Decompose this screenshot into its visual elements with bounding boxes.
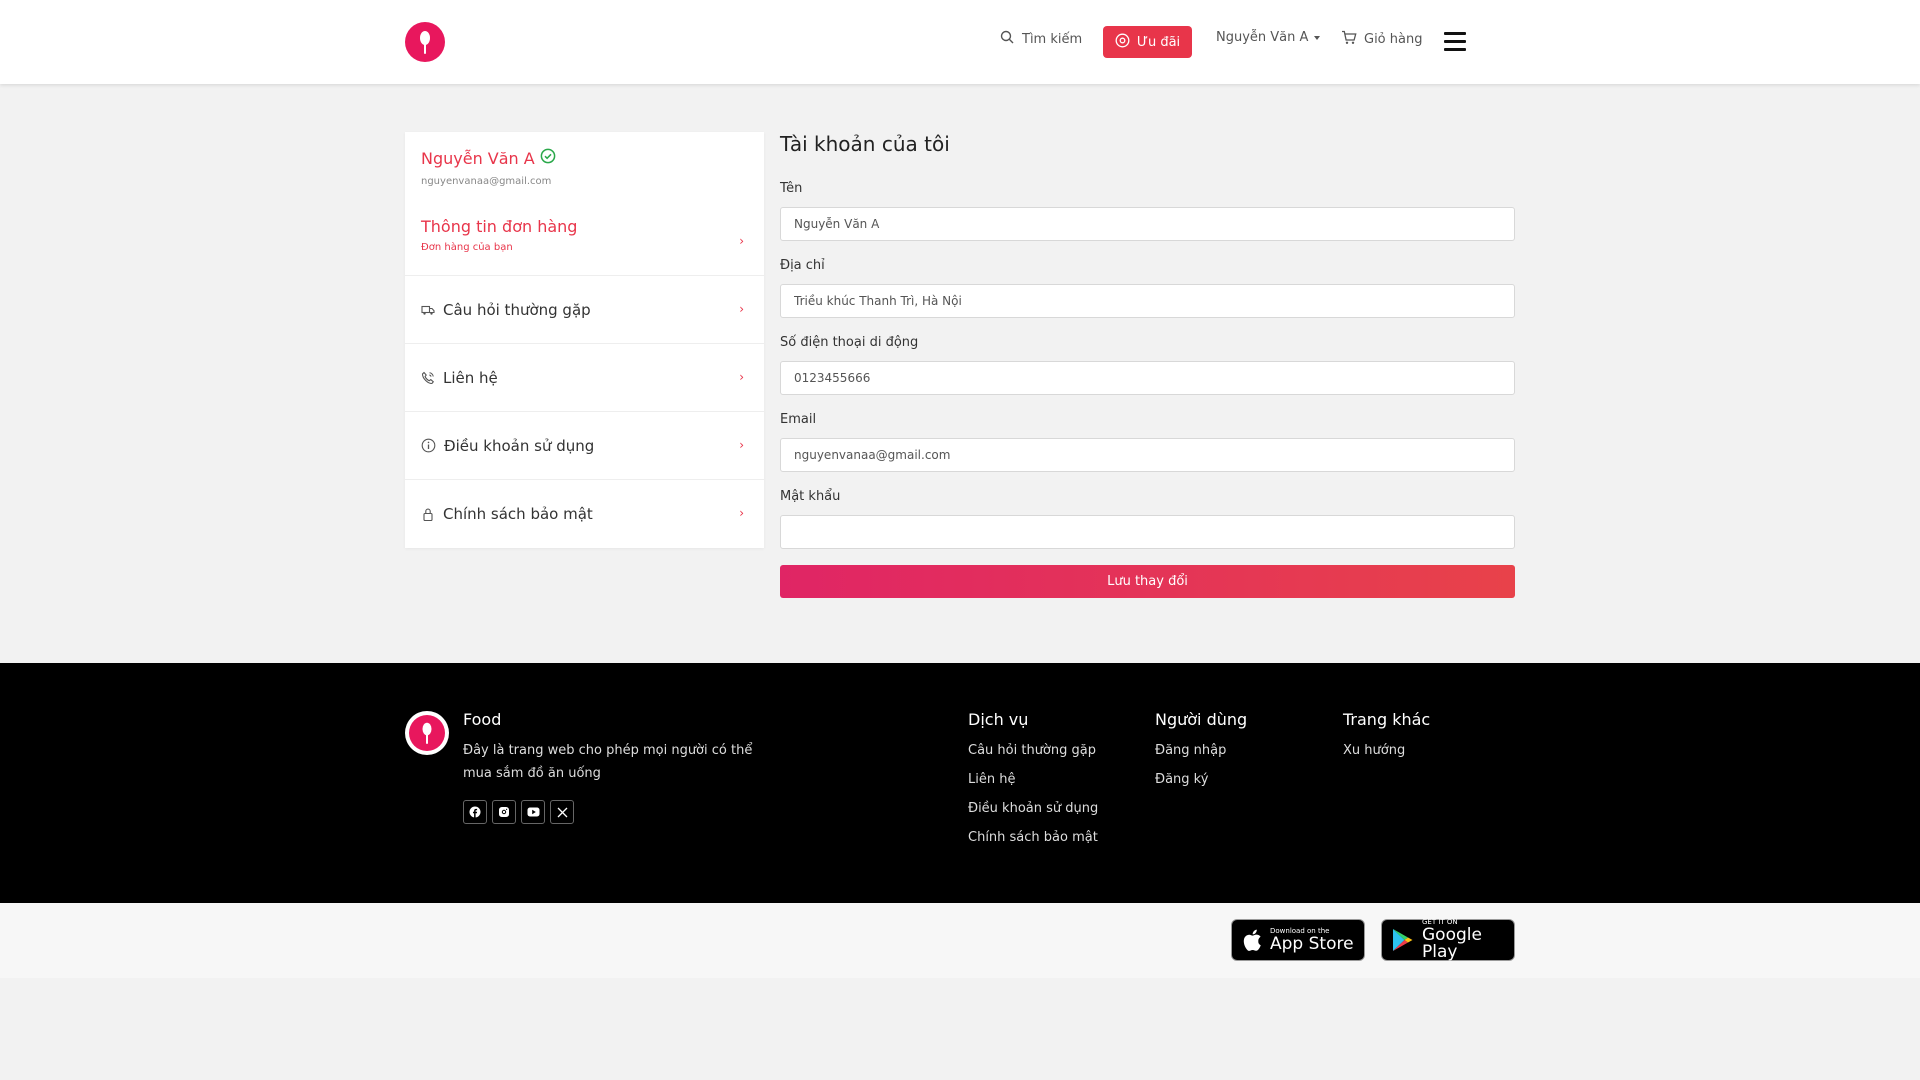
spoon-icon bbox=[420, 31, 430, 54]
x-twitter-icon[interactable] bbox=[550, 800, 574, 824]
phone-icon bbox=[421, 371, 435, 385]
sidebar-item-contact[interactable]: Liên hệ › bbox=[405, 344, 764, 412]
password-field[interactable] bbox=[780, 515, 1515, 549]
promo-icon bbox=[1115, 33, 1130, 52]
google-play-badge[interactable]: GET IT ON Google Play bbox=[1381, 919, 1515, 961]
orders-subtitle: Đơn hàng của bạn bbox=[421, 242, 513, 253]
address-field[interactable] bbox=[780, 284, 1515, 318]
info-icon bbox=[421, 438, 436, 453]
instagram-icon[interactable] bbox=[492, 800, 516, 824]
footer-link[interactable]: Xu hướng bbox=[1343, 743, 1430, 772]
orders-title: Thông tin đơn hàng bbox=[421, 217, 578, 236]
site-footer: Food Đây là trang web cho phép mọi người… bbox=[0, 663, 1920, 903]
google-play-text: GET IT ON Google Play bbox=[1422, 919, 1514, 961]
phone-field[interactable] bbox=[780, 361, 1515, 395]
app-download-band: Download on the App Store GET IT ON Goog… bbox=[0, 903, 1920, 978]
user-menu-label: Nguyễn Văn A bbox=[1216, 30, 1309, 45]
brand-logo[interactable] bbox=[405, 22, 445, 62]
profile-email: nguyenvanaa@gmail.com bbox=[421, 176, 552, 187]
footer-link[interactable]: Liên hệ bbox=[968, 772, 1098, 801]
sidebar-item-label: Chính sách bảo mật bbox=[443, 505, 593, 523]
chevron-right-icon: › bbox=[739, 234, 744, 248]
footer-description: Đây là trang web cho phép mọi người có t… bbox=[463, 743, 753, 781]
footer-column-title: Dịch vụ bbox=[968, 710, 1029, 729]
footer-brand: Food bbox=[463, 710, 502, 729]
cart-label: Giỏ hàng bbox=[1364, 32, 1423, 47]
hamburger-menu-icon[interactable] bbox=[1444, 32, 1466, 52]
app-store-badge[interactable]: Download on the App Store bbox=[1231, 919, 1365, 961]
footer-column-other: Trang khác Xu hướng bbox=[1343, 710, 1430, 772]
lock-icon bbox=[421, 507, 435, 522]
caret-down-icon bbox=[1314, 35, 1321, 40]
profile-name-row: Nguyễn Văn A bbox=[421, 148, 748, 168]
account-sidebar: Nguyễn Văn A nguyenvanaa@gmail.com Thông… bbox=[405, 132, 764, 548]
top-header: Tìm kiếm Ưu đãi Nguyễn Văn A Giỏ hàng bbox=[0, 0, 1920, 84]
sidebar-item-faq[interactable]: Câu hỏi thường gặp › bbox=[405, 276, 764, 344]
footer-link[interactable]: Chính sách bảo mật bbox=[968, 830, 1098, 859]
google-play-big-text: Google Play bbox=[1422, 925, 1482, 962]
social-links bbox=[463, 800, 574, 824]
promo-button[interactable]: Ưu đãi bbox=[1103, 26, 1192, 58]
footer-column-title: Người dùng bbox=[1155, 710, 1248, 729]
save-changes-button[interactable]: Lưu thay đổi bbox=[780, 565, 1515, 598]
youtube-icon[interactable] bbox=[521, 800, 545, 824]
sidebar-item-privacy[interactable]: Chính sách bảo mật › bbox=[405, 480, 764, 548]
verified-check-icon bbox=[540, 148, 556, 168]
apple-icon bbox=[1242, 928, 1262, 952]
footer-link[interactable]: Câu hỏi thường gặp bbox=[968, 743, 1098, 772]
user-menu-dropdown[interactable]: Nguyễn Văn A bbox=[1216, 30, 1321, 45]
app-store-big-text: App Store bbox=[1270, 933, 1354, 954]
chevron-right-icon: › bbox=[739, 302, 744, 316]
profile-name: Nguyễn Văn A bbox=[421, 148, 535, 168]
google-play-icon bbox=[1392, 928, 1414, 952]
facebook-icon[interactable] bbox=[463, 800, 487, 824]
footer-column-services: Dịch vụ Câu hỏi thường gặp Liên hệ Điều … bbox=[968, 710, 1098, 859]
chevron-right-icon: › bbox=[739, 438, 744, 452]
footer-link[interactable]: Đăng ký bbox=[1155, 772, 1247, 801]
footer-column-title: Trang khác bbox=[1343, 710, 1431, 729]
email-field[interactable] bbox=[780, 438, 1515, 472]
chevron-right-icon: › bbox=[739, 506, 744, 520]
footer-logo bbox=[405, 711, 449, 755]
promo-label: Ưu đãi bbox=[1136, 34, 1181, 50]
name-label: Tên bbox=[780, 181, 803, 196]
app-store-text: Download on the App Store bbox=[1270, 927, 1354, 954]
email-label: Email bbox=[780, 412, 817, 427]
search-label: Tìm kiếm bbox=[1022, 31, 1083, 47]
truck-icon bbox=[421, 304, 435, 316]
footer-link[interactable]: Điều khoản sử dụng bbox=[968, 801, 1098, 830]
address-label: Địa chỉ bbox=[780, 258, 825, 273]
cart-icon bbox=[1341, 30, 1357, 49]
footer-column-users: Người dùng Đăng nhập Đăng ký bbox=[1155, 710, 1247, 801]
name-field[interactable] bbox=[780, 207, 1515, 241]
search-link[interactable]: Tìm kiếm bbox=[1000, 30, 1082, 48]
sidebar-item-terms[interactable]: Điều khoản sử dụng › bbox=[405, 412, 764, 480]
sidebar-item-label: Câu hỏi thường gặp bbox=[443, 300, 591, 319]
sidebar-item-label: Liên hệ bbox=[443, 368, 498, 387]
sidebar-item-label: Điều khoản sử dụng bbox=[444, 436, 595, 455]
phone-label: Số điện thoại di động bbox=[780, 335, 919, 350]
page-title: Tài khoản của tôi bbox=[780, 132, 950, 156]
spoon-icon bbox=[422, 722, 432, 744]
footer-link[interactable]: Đăng nhập bbox=[1155, 743, 1247, 772]
profile-card: Nguyễn Văn A nguyenvanaa@gmail.com bbox=[405, 132, 764, 207]
cart-link[interactable]: Giỏ hàng bbox=[1341, 30, 1422, 49]
chevron-right-icon: › bbox=[739, 370, 744, 384]
password-label: Mật khẩu bbox=[780, 489, 841, 504]
search-icon bbox=[1000, 30, 1014, 48]
sidebar-item-orders[interactable]: Thông tin đơn hàng Đơn hàng của bạn › bbox=[405, 207, 764, 276]
